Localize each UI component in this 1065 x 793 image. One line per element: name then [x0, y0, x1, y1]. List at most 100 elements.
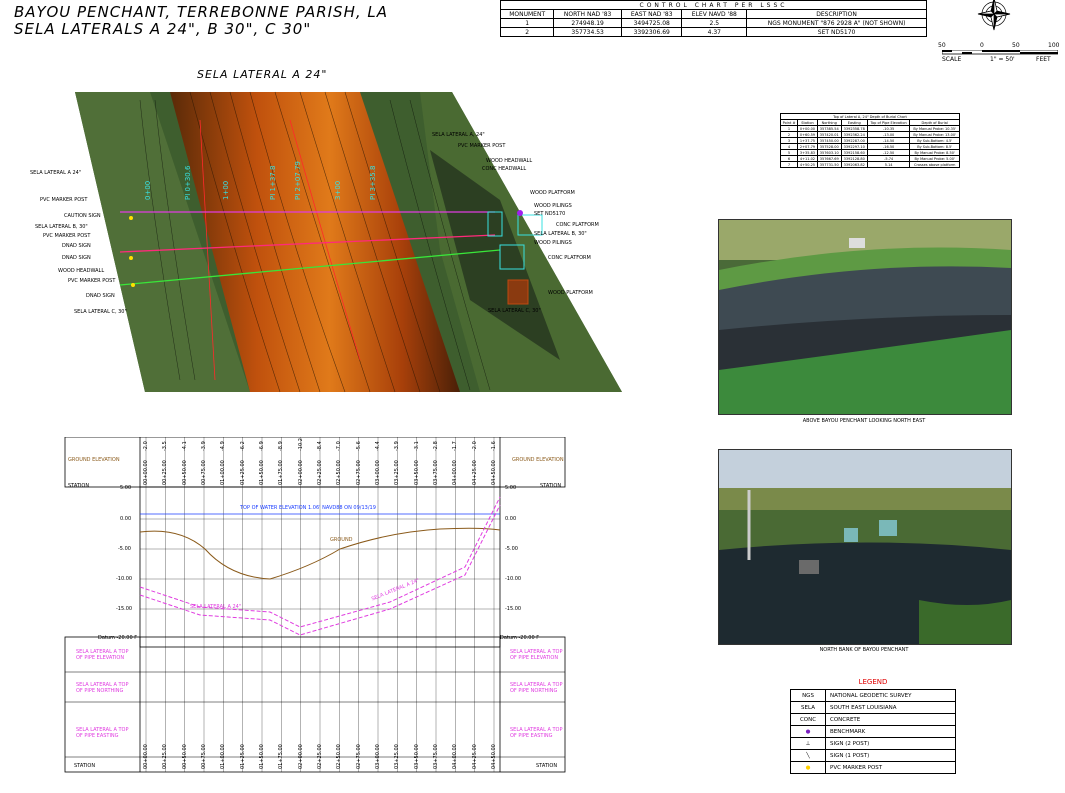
- profile-top-value: -3.5: [162, 441, 169, 451]
- profile-bottom-station: 04+50.00: [491, 744, 497, 769]
- y-tick: -10.00: [116, 576, 133, 582]
- profile-station: 01+50.00: [259, 460, 265, 485]
- datum-label-left: Datum -20.00 F: [98, 635, 138, 641]
- scale-tick: 100: [1048, 42, 1060, 49]
- plan-label: CAUTION SIGN: [64, 213, 101, 219]
- scale-ratio: 1" = 50': [990, 56, 1015, 63]
- legend-desc: BENCHMARK: [825, 725, 956, 738]
- plan-label: SELA LATERAL C, 30": [488, 308, 541, 314]
- y-tick: -5.00: [118, 546, 131, 552]
- profile-top-value: -7.0: [336, 441, 343, 451]
- svg-text:PI 2+07.79: PI 2+07.79: [294, 161, 302, 200]
- plan-label: WOOD HEADWALL: [486, 158, 533, 164]
- profile-station: 01+25.00: [239, 460, 246, 485]
- cc-cell: SET ND5170: [746, 27, 927, 37]
- row-label: SELA LATERAL A TOP OF PIPE NORTHING: [510, 682, 563, 694]
- profile-station: 02+75.00: [355, 460, 362, 485]
- profile-bottom-station: 01+25.00: [239, 744, 246, 769]
- profile-top-value: -6.9: [259, 441, 265, 451]
- profile-station: 04+50.00: [491, 460, 497, 485]
- profile-station: 04+00.00: [452, 460, 459, 485]
- plan-label: WOOD HEADWALL: [58, 268, 105, 274]
- legend-title: LEGEND: [858, 678, 888, 686]
- scale-tick: 50: [938, 42, 946, 49]
- profile-top-value: -4.4: [375, 441, 381, 451]
- profile-bottom-station: 02+25.00: [317, 744, 323, 769]
- profile-graphic: [64, 437, 566, 773]
- scale-label: SCALE: [942, 56, 962, 63]
- scale-graphic: [942, 50, 1058, 55]
- profile-station: 01+00.00: [220, 460, 227, 485]
- plan-label: PVC MARKER POST: [43, 233, 91, 239]
- scale-tick: 0: [980, 42, 984, 49]
- profile-station: 00+25.00: [162, 460, 169, 485]
- station-label-right: STATION: [540, 483, 562, 489]
- profile-top-value: -6.2: [239, 441, 246, 451]
- profile-bottom-station: 00+50.00: [181, 744, 188, 769]
- y-tick: 5.00: [505, 485, 517, 491]
- svg-text:3+00: 3+00: [334, 181, 342, 200]
- profile-bottom-station: 00+75.00: [201, 744, 207, 769]
- legend-desc: PVC MARKER POST: [825, 761, 956, 774]
- profile-station: 02+00.00: [297, 460, 304, 485]
- profile-station: 03+50.00: [413, 460, 420, 485]
- plan-label: SELA LATERAL C, 30": [74, 309, 127, 315]
- legend-row: SELA SOUTH EAST LOUISIANA: [790, 701, 956, 714]
- profile-top-value: -2.0: [143, 441, 149, 451]
- profile-top-value: -8.9: [278, 441, 285, 451]
- plan-label: WOOD PILINGS: [534, 203, 572, 209]
- row-label: SELA LATERAL A TOP OF PIPE ELEVATION: [510, 649, 563, 661]
- profile-bottom-station: 02+00.00: [297, 744, 304, 769]
- photo-1-caption: ABOVE BAYOU PENCHANT LOOKING NORTH EAST: [802, 418, 926, 424]
- profile-station: 03+25.00: [394, 460, 401, 485]
- cc-header: ELEV NAVD '88: [681, 9, 748, 19]
- row-label: SELA LATERAL A TOP OF PIPE ELEVATION: [76, 649, 129, 661]
- plan-label: DNAD SIGN: [62, 255, 91, 261]
- scale-bar: 50 0 50 100 SCALE 1" = 50' FEET: [938, 42, 1062, 66]
- legend-desc: CONCRETE: [825, 713, 956, 726]
- profile-top-value: -3.9: [201, 441, 207, 451]
- cc-cell: 4.37: [681, 27, 748, 37]
- plan-label: DNAD SIGN: [86, 293, 115, 299]
- profile-top-value: -4.1: [181, 441, 188, 451]
- benchmark-icon: ●: [790, 725, 826, 738]
- plan-label: CONC HEADWALL: [482, 166, 527, 172]
- svg-text:PI 0+30.6: PI 0+30.6: [184, 165, 192, 200]
- row-label: SELA LATERAL A TOP OF PIPE EASTING: [510, 727, 563, 739]
- profile-bottom-station: 03+00.00: [375, 744, 381, 769]
- svg-text:PI 1+37.8: PI 1+37.8: [269, 166, 277, 200]
- plan-view: 0+00 PI 0+30.6 1+00 PI 1+37.8 PI 2+07.79…: [0, 0, 640, 420]
- plan-view-map: 0+00 PI 0+30.6 1+00 PI 1+37.8 PI 2+07.79…: [75, 91, 622, 393]
- svg-text:PI 3+35.8: PI 3+35.8: [369, 166, 377, 200]
- ground-label: GROUND: [330, 537, 353, 543]
- burial-chart: Top of Lateral A, 24" Depth of Burial Ch…: [779, 113, 960, 168]
- sign-1-post-icon: ╲: [790, 749, 826, 762]
- water-label: TOP OF WATER ELEVATION 1.06' NAVD88 ON 0…: [240, 505, 376, 511]
- plan-label: DNAD SIGN: [62, 243, 91, 249]
- profile-bottom-station: 01+00.00: [220, 744, 227, 769]
- bc-cell: 5.14: [866, 161, 911, 168]
- profile-top-value: -3.1: [413, 441, 420, 451]
- profile-top-value: -2.0: [471, 441, 478, 451]
- profile-view: -2.0 00+00.00 -3.5 00+25.00 -4.1 00+50.00 -3.9…: [60, 437, 570, 773]
- profile-station: 00+00.00: [143, 460, 149, 485]
- profile-bottom-station: 00+25.00: [162, 744, 169, 769]
- profile-top-value: -3.9: [394, 441, 401, 451]
- profile-bottom-station: 03+50.00: [413, 744, 420, 769]
- profile-bottom-station: 04+25.00: [471, 744, 478, 769]
- legend-abbr: NGS: [790, 689, 826, 702]
- bc-cell: 4+50.25: [797, 161, 818, 168]
- y-tick: -5.00: [505, 546, 518, 552]
- station-label-left: STATION: [68, 483, 90, 489]
- plan-label: CONC PLATFORM: [548, 255, 591, 261]
- plan-label: WOOD PLATFORM: [548, 290, 593, 296]
- cc-cell: NGS MONUMENT "876 2928 A" (NOT SHOWN): [746, 18, 927, 28]
- row-label: SELA LATERAL A TOP OF PIPE EASTING: [76, 727, 129, 739]
- legend-desc: NATIONAL GEODETIC SURVEY: [825, 689, 956, 702]
- legend-desc: SOUTH EAST LOUISIANA: [825, 701, 956, 714]
- plan-label: PVC MARKER POST: [40, 197, 88, 203]
- y-tick: 0.00: [120, 516, 132, 522]
- bottom-station-label-right: STATION: [536, 763, 558, 769]
- profile-station: 00+50.00: [181, 460, 188, 485]
- datum-label-right: Datum -20.00 F: [500, 635, 540, 641]
